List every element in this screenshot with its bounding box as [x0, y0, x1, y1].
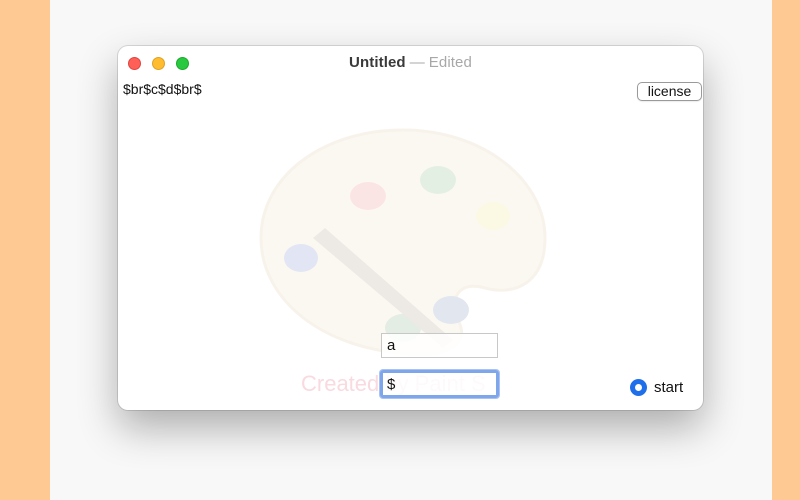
- title-separator: —: [409, 54, 425, 71]
- radio-label: start: [654, 378, 684, 396]
- radio-selected-icon[interactable]: [630, 378, 647, 396]
- title-bar[interactable]: Untitled — Edited: [118, 46, 703, 80]
- license-button[interactable]: license: [637, 82, 702, 101]
- edited-status: Edited: [428, 54, 472, 71]
- start-radio-option[interactable]: start: [630, 377, 683, 397]
- window-title: Untitled — Edited: [118, 54, 703, 71]
- text-display: $br$c$d$br$: [123, 81, 202, 97]
- text-field-b[interactable]: [380, 370, 499, 398]
- document-name: Untitled: [349, 54, 406, 71]
- paint-palette-icon: [259, 128, 547, 356]
- app-window: Untitled — Edited $br$c$d$br$ license Crea…: [118, 46, 703, 410]
- text-field-a[interactable]: [381, 333, 498, 358]
